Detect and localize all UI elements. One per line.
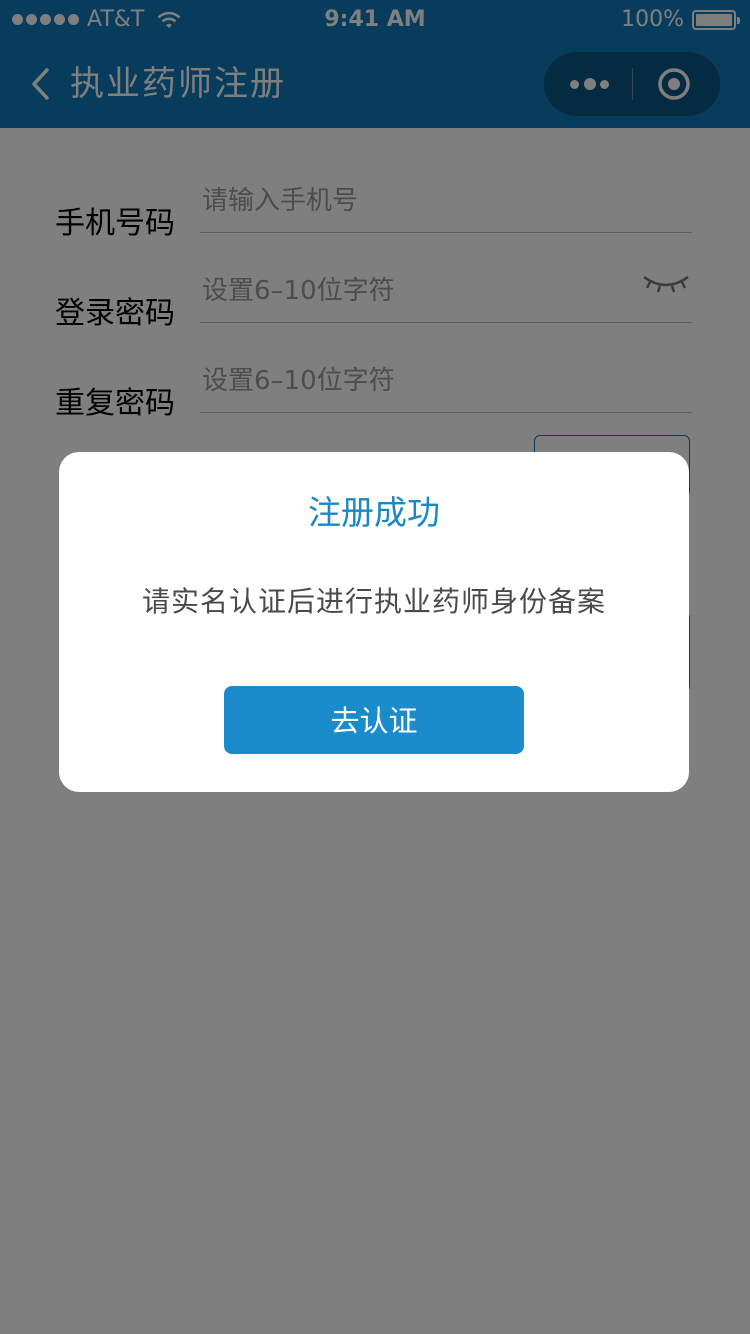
registration-success-dialog: 注册成功 请实名认证后进行执业药师身份备案 去认证 <box>59 452 689 792</box>
go-verify-button[interactable]: 去认证 <box>224 686 524 754</box>
dialog-message: 请实名认证后进行执业药师身份备案 <box>141 585 606 618</box>
dialog-title: 注册成功 <box>308 493 440 532</box>
